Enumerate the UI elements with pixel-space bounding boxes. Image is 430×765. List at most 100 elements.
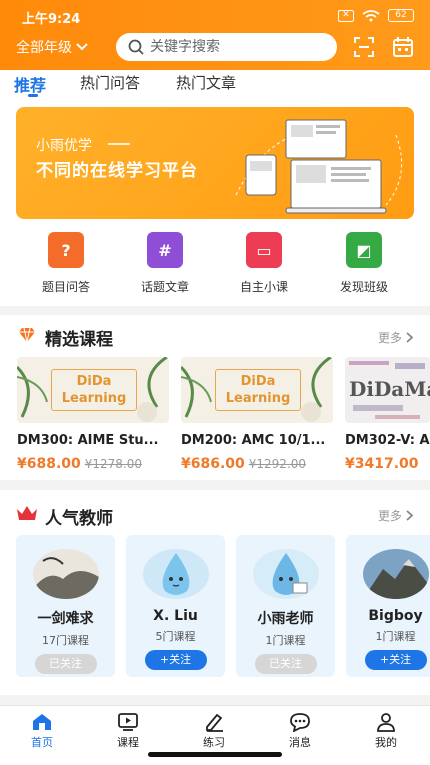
quicknav-topic-articles[interactable]: # 话题文章 xyxy=(120,232,210,295)
app-screen: 上午9:24 ✕ 62 全部年级 推荐 热门问答 热门文章 xyxy=(0,0,430,765)
home-icon xyxy=(33,714,51,730)
crown-icon xyxy=(17,506,37,520)
follow-button[interactable]: +关注 xyxy=(144,650,207,670)
search-input[interactable] xyxy=(150,39,320,55)
teacher-course-count: 17门课程 xyxy=(42,634,89,647)
course-current-price: ¥686.00 xyxy=(181,456,245,472)
follow-button[interactable]: +关注 xyxy=(364,650,427,670)
nav-label: 首页 xyxy=(31,736,53,749)
teacher-card[interactable]: Bigboy 1门课程 +关注 xyxy=(346,535,430,677)
chevron-down-icon xyxy=(76,43,88,51)
wifi-icon xyxy=(362,9,380,21)
courses-more-link[interactable]: 更多 xyxy=(378,329,414,346)
grade-selector[interactable]: 全部年级 xyxy=(16,37,88,57)
course-card[interactable]: DiDaMa DM302-V: A ¥3417.00 xyxy=(345,357,430,472)
course-card[interactable]: DiDa Learning DM200: AMC 10/1... ¥686.00… xyxy=(181,357,333,472)
status-icons: ✕ 62 xyxy=(338,9,414,22)
avatar xyxy=(252,549,319,599)
course-thumbnail: DiDa Learning xyxy=(17,357,169,423)
promo-banner[interactable]: 小雨优学 不同的在线学习平台 xyxy=(16,107,414,219)
nav-courses[interactable]: 课程 xyxy=(98,712,158,750)
quicknav-question-qa[interactable]: ? 题目问答 xyxy=(21,232,111,295)
course-title: DM200: AMC 10/1... xyxy=(181,433,326,448)
water-drop-teacher-avatar xyxy=(252,549,319,599)
featured-courses-section: 精选课程 更多 DiDa Learning DM300: AIME Stu...… xyxy=(0,315,430,480)
avatar xyxy=(142,549,209,599)
active-tab-indicator xyxy=(28,94,38,97)
tab-recommend[interactable]: 推荐 xyxy=(14,72,46,96)
banner-brand: 小雨优学 xyxy=(36,135,130,155)
calendar-icon[interactable] xyxy=(392,36,414,58)
banner-slogan: 不同的在线学习平台 xyxy=(36,161,198,181)
follow-button[interactable]: 已关注 xyxy=(254,654,317,674)
teacher-card[interactable]: X. Liu 5门课程 +关注 xyxy=(126,535,225,677)
hash-icon: # xyxy=(147,232,183,268)
section-title: 人气教师 xyxy=(45,509,113,529)
nav-label: 课程 xyxy=(117,736,139,749)
quick-nav: ? 题目问答 # 话题文章 ▭ 自主小课 ◩ 发现班级 xyxy=(0,232,430,296)
presentation-board-icon: ▭ xyxy=(246,232,282,268)
search-icon xyxy=(128,39,144,55)
top-header: 上午9:24 ✕ 62 全部年级 xyxy=(0,0,430,70)
status-time: 上午9:24 xyxy=(22,12,81,27)
course-thumbnail: DiDaMa xyxy=(345,357,430,423)
course-price: ¥686.00 ¥1292.00 xyxy=(181,456,333,472)
teacher-name: 一剑难求 xyxy=(37,611,94,627)
tab-hot-articles[interactable]: 热门文章 xyxy=(176,72,236,93)
nav-profile[interactable]: 我的 xyxy=(356,712,416,750)
course-original-price: ¥1292.00 xyxy=(248,457,307,471)
chat-bubble-icon xyxy=(290,713,310,732)
course-current-price: ¥688.00 xyxy=(17,456,81,472)
devices-illustration xyxy=(235,119,403,214)
word-cloud-decoration xyxy=(349,361,425,419)
chevron-right-icon xyxy=(406,332,414,343)
video-play-icon xyxy=(118,713,138,731)
teacher-course-count: 5门课程 xyxy=(155,630,196,643)
landscape-painting-avatar xyxy=(32,549,99,599)
course-thumb-text: DiDa Learning xyxy=(51,369,137,411)
course-thumbnail: DiDa Learning xyxy=(181,357,333,423)
diamond-icon xyxy=(19,327,35,343)
grade-selector-label: 全部年级 xyxy=(16,40,72,56)
person-icon xyxy=(377,713,395,732)
avatar xyxy=(362,549,429,599)
course-original-price: ¥1278.00 xyxy=(84,457,143,471)
course-thumb-text: DiDa Learning xyxy=(215,369,301,411)
teacher-course-count: 1门课程 xyxy=(265,634,306,647)
quicknav-self-study[interactable]: ▭ 自主小课 xyxy=(219,232,309,295)
tab-hot-qa[interactable]: 热门问答 xyxy=(80,72,140,93)
no-sim-icon: ✕ xyxy=(338,9,354,22)
teacher-course-count: 1门课程 xyxy=(375,630,416,643)
quicknav-label: 发现班级 xyxy=(339,280,388,294)
course-price: ¥688.00 ¥1278.00 xyxy=(17,456,169,472)
question-bubble-icon: ? xyxy=(48,232,84,268)
quicknav-label: 题目问答 xyxy=(41,280,90,294)
follow-button[interactable]: 已关注 xyxy=(34,654,97,674)
teacher-name: 小雨老师 xyxy=(257,611,314,627)
nav-messages[interactable]: 消息 xyxy=(270,712,330,750)
nav-label: 消息 xyxy=(289,736,311,749)
course-card[interactable]: DiDa Learning DM300: AIME Stu... ¥688.00… xyxy=(17,357,169,472)
teacher-card[interactable]: 小雨老师 1门课程 已关注 xyxy=(236,535,335,677)
section-title: 精选课程 xyxy=(45,330,113,350)
teachers-more-link[interactable]: 更多 xyxy=(378,507,414,524)
scan-icon[interactable] xyxy=(353,36,375,58)
nav-label: 练习 xyxy=(203,736,225,749)
more-label: 更多 xyxy=(377,509,402,523)
status-bar: 上午9:24 ✕ 62 xyxy=(0,0,430,32)
battery-icon: 62 xyxy=(388,9,414,22)
nav-label: 我的 xyxy=(375,736,397,749)
course-current-price: ¥3417.00 xyxy=(345,456,419,472)
home-indicator xyxy=(148,752,282,757)
nav-home[interactable]: 首页 xyxy=(12,712,72,750)
nav-practice[interactable]: 练习 xyxy=(184,712,244,750)
course-title: DM300: AIME Stu... xyxy=(17,433,159,448)
quicknav-label: 话题文章 xyxy=(140,280,189,294)
pencil-icon xyxy=(206,713,223,732)
water-drop-mascot-avatar xyxy=(142,549,209,599)
search-box[interactable] xyxy=(116,33,337,61)
avatar xyxy=(32,549,99,599)
quicknav-find-class[interactable]: ◩ 发现班级 xyxy=(319,232,409,295)
teacher-card[interactable]: 一剑难求 17门课程 已关注 xyxy=(16,535,115,677)
chevron-right-icon xyxy=(406,510,414,521)
